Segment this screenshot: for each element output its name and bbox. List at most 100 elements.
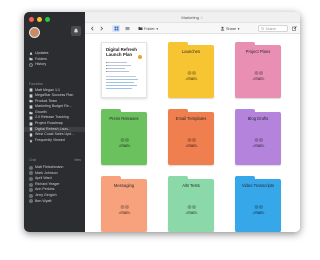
- person-icon: [29, 188, 33, 193]
- grid-icon: [114, 26, 118, 31]
- folder-card-messaging[interactable]: Messaging: [101, 176, 147, 232]
- person-icon: [220, 26, 225, 31]
- folder-card-launches[interactable]: Launches: [168, 42, 214, 98]
- folder-icon: [138, 27, 143, 30]
- text-line: [106, 79, 138, 80]
- favorite-item[interactable]: Frequently Viewed: [24, 138, 85, 144]
- share-label: Share: [225, 26, 237, 31]
- folder-menu-button[interactable]: Folder ▼: [138, 25, 162, 32]
- search-placeholder: Search: [265, 26, 277, 31]
- folder-icon: [29, 111, 33, 115]
- favorites-list: Matt Megan 1:1 MegaStar Success Plan Pro…: [24, 88, 85, 144]
- grid-view-button[interactable]: [112, 25, 120, 32]
- sidebar-item-label: History: [35, 62, 47, 67]
- chat-item[interactable]: Ben Wyatt: [24, 199, 85, 205]
- folder-card-video-transcripts[interactable]: Video Transcripts: [235, 176, 281, 232]
- star-icon[interactable]: ☆: [200, 15, 204, 20]
- person-icon: [29, 176, 33, 181]
- chat-heading: Chat: [29, 158, 37, 162]
- app-window: Updates Folders History Favorites Matt M…: [24, 12, 300, 232]
- minimize-window-button[interactable]: [37, 17, 42, 22]
- folder-label: Launches: [181, 49, 201, 54]
- person-icon: [29, 165, 33, 170]
- shared-folder-icon: [118, 138, 131, 147]
- folder-card-ab-tests[interactable]: A/B Tests: [168, 176, 214, 232]
- clock-icon: [29, 63, 33, 67]
- emoji-icon: [138, 55, 142, 59]
- folder-grid: Digital Refresh Launch Plan Launches Pro…: [85, 34, 300, 232]
- user-avatar[interactable]: [29, 27, 40, 38]
- compose-button[interactable]: [71, 26, 81, 36]
- sheet-icon: [29, 116, 33, 120]
- text-line: [107, 62, 127, 63]
- folder-icon: [29, 57, 33, 61]
- window-controls: [29, 17, 50, 22]
- text-line: [107, 68, 125, 69]
- toolbar: Folder ▼ Share ▼ Search: [85, 23, 300, 34]
- share-button[interactable]: Share ▼: [218, 25, 242, 32]
- text-line: [107, 71, 129, 72]
- person-icon: [29, 199, 33, 204]
- person-icon: [29, 182, 33, 187]
- search-icon: [261, 26, 265, 31]
- person-icon: [29, 193, 33, 198]
- chevron-right-icon: [100, 26, 103, 31]
- chat-item-label: Ben Wyatt: [35, 198, 52, 203]
- shared-folder-icon: [185, 138, 198, 147]
- back-button[interactable]: [89, 25, 95, 32]
- document-icon: [29, 133, 33, 137]
- bell-icon: [73, 28, 79, 34]
- folder-card-press-releases[interactable]: Press Releases: [101, 109, 147, 165]
- folder-label: Messaging: [113, 183, 135, 188]
- maximize-window-button[interactable]: [45, 17, 50, 22]
- folder-card-project-plans[interactable]: Project Plans: [235, 42, 281, 98]
- sidebar: Updates Folders History Favorites Matt M…: [24, 12, 85, 232]
- search-input[interactable]: Search: [258, 25, 288, 32]
- chevron-down-icon: ▼: [155, 26, 159, 31]
- text-line: [106, 82, 134, 83]
- folder-label: Blog Drafts: [247, 116, 269, 121]
- folder-label: A/B Tests: [182, 183, 200, 188]
- list-view-button[interactable]: [123, 25, 131, 32]
- compose-button[interactable]: [291, 25, 297, 32]
- main-content: Marketing ☆ Folder ▼ Share ▼ Search Digi…: [85, 12, 300, 232]
- forward-button[interactable]: [98, 25, 104, 32]
- sheet-icon: [29, 105, 33, 109]
- folder-label: Video Transcripts: [241, 183, 275, 188]
- favorite-item-label: Frequently Viewed: [35, 137, 65, 142]
- document-icon: [29, 127, 33, 132]
- chevron-down-icon: ▼: [237, 26, 241, 31]
- document-card[interactable]: Digital Refresh Launch Plan: [101, 42, 147, 98]
- window-title: Marketing ☆: [85, 12, 300, 23]
- shared-folder-icon: [118, 205, 131, 214]
- folder-label: Press Releases: [109, 116, 139, 121]
- person-icon: [29, 171, 33, 176]
- chevron-left-icon: [90, 26, 93, 31]
- new-chat-button[interactable]: New: [74, 158, 81, 162]
- sheet-icon: [29, 122, 33, 126]
- folder-menu-label: Folder: [144, 26, 155, 31]
- shared-folder-icon: [252, 71, 265, 80]
- shared-folder-icon: [252, 205, 265, 214]
- sheet-icon: [29, 94, 33, 98]
- compose-icon: [291, 26, 297, 31]
- shared-folder-icon: [185, 71, 198, 80]
- star-icon: [29, 139, 33, 143]
- text-line: [106, 85, 137, 86]
- window-title-text: Marketing: [181, 15, 199, 20]
- sidebar-item-history[interactable]: History: [24, 62, 85, 68]
- text-line: [106, 76, 136, 77]
- list-icon: [125, 27, 129, 31]
- folder-card-email-templates[interactable]: Email Templates: [168, 109, 214, 165]
- text-line: [106, 88, 132, 89]
- chat-list: Matt Fleischmann Mark Johnson April Ward…: [24, 165, 85, 204]
- folder-card-blog-drafts[interactable]: Blog Drafts: [235, 109, 281, 165]
- document-title: Digital Refresh Launch Plan: [106, 47, 137, 57]
- folder-label: Project Plans: [245, 49, 271, 54]
- text-line: [107, 65, 131, 66]
- sidebar-top-nav: Updates Folders History: [24, 51, 85, 68]
- favorites-heading: Favorites: [29, 82, 43, 86]
- shared-folder-icon: [185, 205, 198, 214]
- folder-label: Email Templates: [175, 116, 207, 121]
- close-window-button[interactable]: [29, 17, 34, 22]
